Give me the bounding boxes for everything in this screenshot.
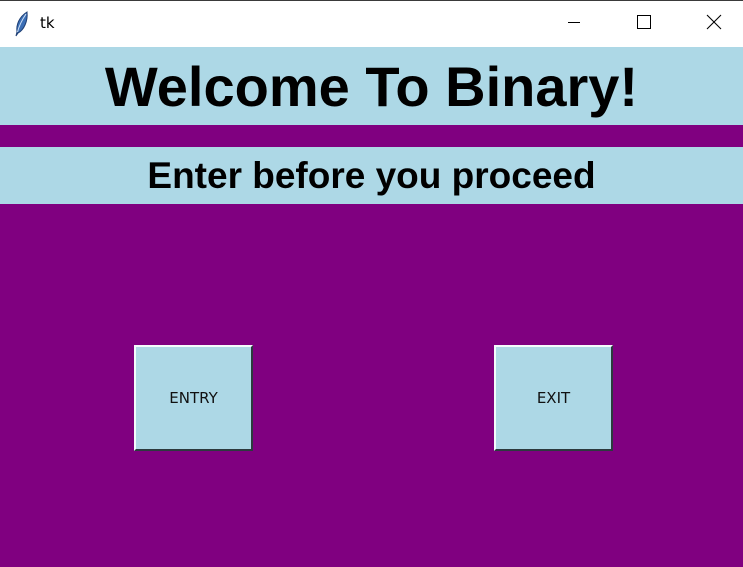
close-icon (706, 14, 722, 35)
close-button[interactable] (679, 1, 743, 47)
minimize-icon (566, 14, 582, 35)
subtitle-heading: Enter before you proceed (0, 147, 743, 204)
entry-button[interactable]: ENTRY (134, 345, 253, 451)
main-content: Welcome To Binary! Enter before you proc… (0, 47, 743, 567)
maximize-button[interactable] (609, 1, 679, 47)
entry-button-label: ENTRY (169, 389, 218, 407)
app-window: tk Welcome To Binary! Enter before you p… (0, 0, 743, 567)
window-title: tk (40, 14, 55, 32)
welcome-heading: Welcome To Binary! (0, 47, 743, 125)
maximize-icon (636, 14, 652, 35)
tk-feather-icon (13, 11, 31, 37)
title-bar[interactable]: tk (0, 0, 743, 47)
exit-button-label: EXIT (536, 389, 571, 407)
minimize-button[interactable] (539, 1, 609, 47)
exit-button[interactable]: EXIT (494, 345, 613, 451)
